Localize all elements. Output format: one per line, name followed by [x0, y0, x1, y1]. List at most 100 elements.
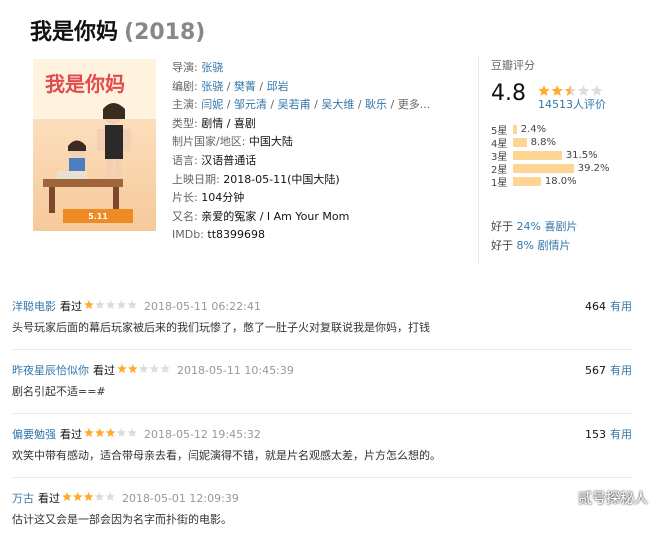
- better-than-drama-link[interactable]: 8% 剧情片: [517, 239, 571, 252]
- language-label: 语言:: [172, 153, 198, 167]
- comment-text: 估计这又会是一部会因为名字而扑街的电影。: [12, 513, 232, 526]
- cast-more-link[interactable]: 更多...: [398, 98, 431, 111]
- movie-info: 导演: 张骁 编剧: 张骁 / 樊菁 / 邱岩 主演: 闫妮 / 邹元清 / 吴…: [172, 59, 430, 245]
- genre-label: 类型:: [172, 116, 198, 130]
- writer-link[interactable]: 樊菁: [234, 80, 256, 93]
- rating-bar-row: 5星 2.4%: [491, 123, 641, 137]
- comment-votes: 153 有用: [585, 426, 632, 442]
- rating-bar-row: 3星 31.5%: [491, 149, 641, 163]
- comment-useful-button[interactable]: 有用: [610, 428, 632, 441]
- director-link[interactable]: 张骁: [201, 61, 223, 74]
- comment-time: 2018-05-01 12:09:39: [122, 491, 239, 505]
- runtime-row: 片长: 104分钟: [172, 189, 430, 208]
- cast-link[interactable]: 邹元清: [234, 98, 267, 111]
- imdb-label: IMDb:: [172, 228, 204, 242]
- comment-text: 剧名引起不适==#: [12, 385, 106, 398]
- comment-vote-count: 153: [585, 428, 606, 441]
- cast-link[interactable]: 闫妮: [201, 98, 223, 111]
- comment-item: 昨夜星辰恰似你 看过 2018-05-11 10:45:39 567 有用剧名引起不适=…: [12, 349, 632, 413]
- comment-text: 头号玩家后面的幕后玩家被后来的我们玩惨了，憋了一肚子火对复联说我是你妈，打钱: [12, 321, 430, 334]
- better-than-comedy: 好于 24% 喜剧片: [491, 220, 578, 233]
- comment-user-link[interactable]: 昨夜星辰恰似你: [12, 362, 89, 378]
- comment-user-link[interactable]: 偏要勉强: [12, 426, 56, 442]
- comment-header: 偏要勉强 看过 2018-05-12 19:45:32: [12, 426, 261, 442]
- better-than: 好于 24% 喜剧片 好于 8% 剧情片: [491, 217, 577, 255]
- aka-value: 亲爱的冤家 / I Am Your Mom: [201, 209, 350, 223]
- movie-poster[interactable]: 我是你妈 5.11: [33, 59, 156, 231]
- comment-stars-icon: [84, 427, 138, 441]
- rating-score: 4.8: [491, 81, 526, 106]
- comment-list: 洋聪电影 看过 2018-05-11 06:22:41 464 有用 头号玩家后面的幕后玩…: [12, 286, 632, 541]
- comment-watched-label: 看过: [60, 428, 82, 441]
- rating-count-link[interactable]: 14513人评价: [538, 96, 606, 112]
- svg-text:5.11: 5.11: [88, 212, 108, 221]
- language-row: 语言: 汉语普通话: [172, 152, 430, 171]
- comment-stars-icon: [62, 491, 116, 505]
- rating-bar: [513, 125, 517, 134]
- cast-link[interactable]: 吴若甫: [278, 98, 311, 111]
- comment-item: 偏要勉强 看过 2018-05-12 19:45:32 153 有用欢笑中带有感动，适合…: [12, 413, 632, 477]
- rating-bar-row: 2星 39.2%: [491, 162, 641, 176]
- writer-label: 编剧:: [172, 79, 198, 93]
- comment-watched-label: 看过: [93, 364, 115, 377]
- rating-label: 豆瓣评分: [491, 59, 535, 72]
- comment-watched-label: 看过: [60, 300, 82, 313]
- comment-header: 洋聪电影 看过 2018-05-11 06:22:41: [12, 298, 261, 314]
- release-value: 2018-05-11(中国大陆): [223, 172, 340, 186]
- cast-link[interactable]: 耿乐: [365, 98, 387, 111]
- comment-item: 万古 看过 2018-05-01 12:09:39 估计这又会是一部会因为名字而扑街的…: [12, 477, 632, 541]
- comment-text: 欢笑中带有感动，适合带母亲去看，闫妮演得不错，就是片名观感太差，片方怎么想的。: [12, 449, 441, 462]
- cast-row: 主演: 闫妮 / 邹元清 / 吴若甫 / 吴大维 / 耿乐 / 更多...: [172, 98, 431, 112]
- comment-user-link[interactable]: 洋聪电影: [12, 298, 56, 314]
- rating-distribution: 5星 2.4% 4星 8.8% 3星 31.5% 2星 39.2% 1星 18.0%: [491, 123, 641, 189]
- rating-bar-percent: 18.0%: [544, 176, 577, 187]
- comment-votes: 567 有用: [585, 362, 632, 378]
- rating-bar: [513, 177, 541, 186]
- rating-bar-percent: 8.8%: [530, 137, 557, 148]
- rating-bar: [513, 151, 562, 160]
- comment-user-link[interactable]: 万古: [12, 490, 34, 506]
- rating-bar-percent: 31.5%: [565, 150, 598, 161]
- genre-row: 类型: 剧情 / 喜剧: [172, 115, 430, 134]
- runtime-value: 104分钟: [201, 191, 245, 205]
- aka-row: 又名: 亲爱的冤家 / I Am Your Mom: [172, 208, 430, 227]
- rating-bar: [513, 138, 527, 147]
- release-row: 上映日期: 2018-05-11(中国大陆): [172, 171, 430, 190]
- writer-link[interactable]: 邱岩: [267, 80, 289, 93]
- better-than-drama: 好于 8% 剧情片: [491, 239, 571, 252]
- comment-time: 2018-05-11 06:22:41: [144, 299, 261, 313]
- comment-header: 昨夜星辰恰似你 看过 2018-05-11 10:45:39: [12, 362, 294, 378]
- imdb-value: tt8399698: [207, 228, 266, 242]
- comment-header: 万古 看过 2018-05-01 12:09:39: [12, 490, 239, 506]
- writer-link[interactable]: 张骁: [201, 80, 223, 93]
- comment-useful-button[interactable]: 有用: [610, 300, 632, 313]
- rating-bar-percent: 2.4%: [520, 124, 547, 135]
- country-value: 中国大陆: [248, 135, 293, 149]
- watermark: 贰号探秘人: [578, 491, 648, 507]
- better-than-comedy-link[interactable]: 24% 喜剧片: [517, 220, 578, 233]
- director-row: 导演: 张骁: [172, 59, 430, 78]
- comment-vote-count: 464: [585, 300, 606, 313]
- cast-label: 主演:: [172, 98, 198, 112]
- rating-panel: 豆瓣评分 4.8 14513人评价 5星 2.4% 4星 8.8% 3星 31.5% 2星 3…: [478, 55, 651, 265]
- imdb-row: IMDb: tt8399698: [172, 226, 430, 245]
- language-value: 汉语普通话: [201, 153, 257, 167]
- country-row: 制片国家/地区: 中国大陆: [172, 133, 430, 152]
- comment-stars-icon: [117, 363, 171, 377]
- comment-time: 2018-05-11 10:45:39: [177, 363, 294, 377]
- movie-name: 我是你妈: [30, 20, 119, 45]
- comment-votes: 464 有用: [585, 298, 632, 314]
- rating-bar-label: 1星: [491, 178, 508, 189]
- movie-year: (2018): [124, 20, 206, 45]
- comment-useful-button[interactable]: 有用: [610, 364, 632, 377]
- writer-row: 编剧: 张骁 / 樊菁 / 邱岩: [172, 79, 289, 93]
- svg-text:我是你妈: 我是你妈: [45, 72, 125, 96]
- comment-stars-icon: [84, 299, 138, 313]
- genre-value: 剧情 / 喜剧: [201, 116, 256, 130]
- cast-link[interactable]: 吴大维: [321, 98, 354, 111]
- comment-watched-label: 看过: [38, 492, 60, 505]
- director-label: 导演:: [172, 61, 198, 74]
- comment-time: 2018-05-12 19:45:32: [144, 427, 261, 441]
- aka-label: 又名:: [172, 209, 198, 223]
- rating-bar: [513, 164, 574, 173]
